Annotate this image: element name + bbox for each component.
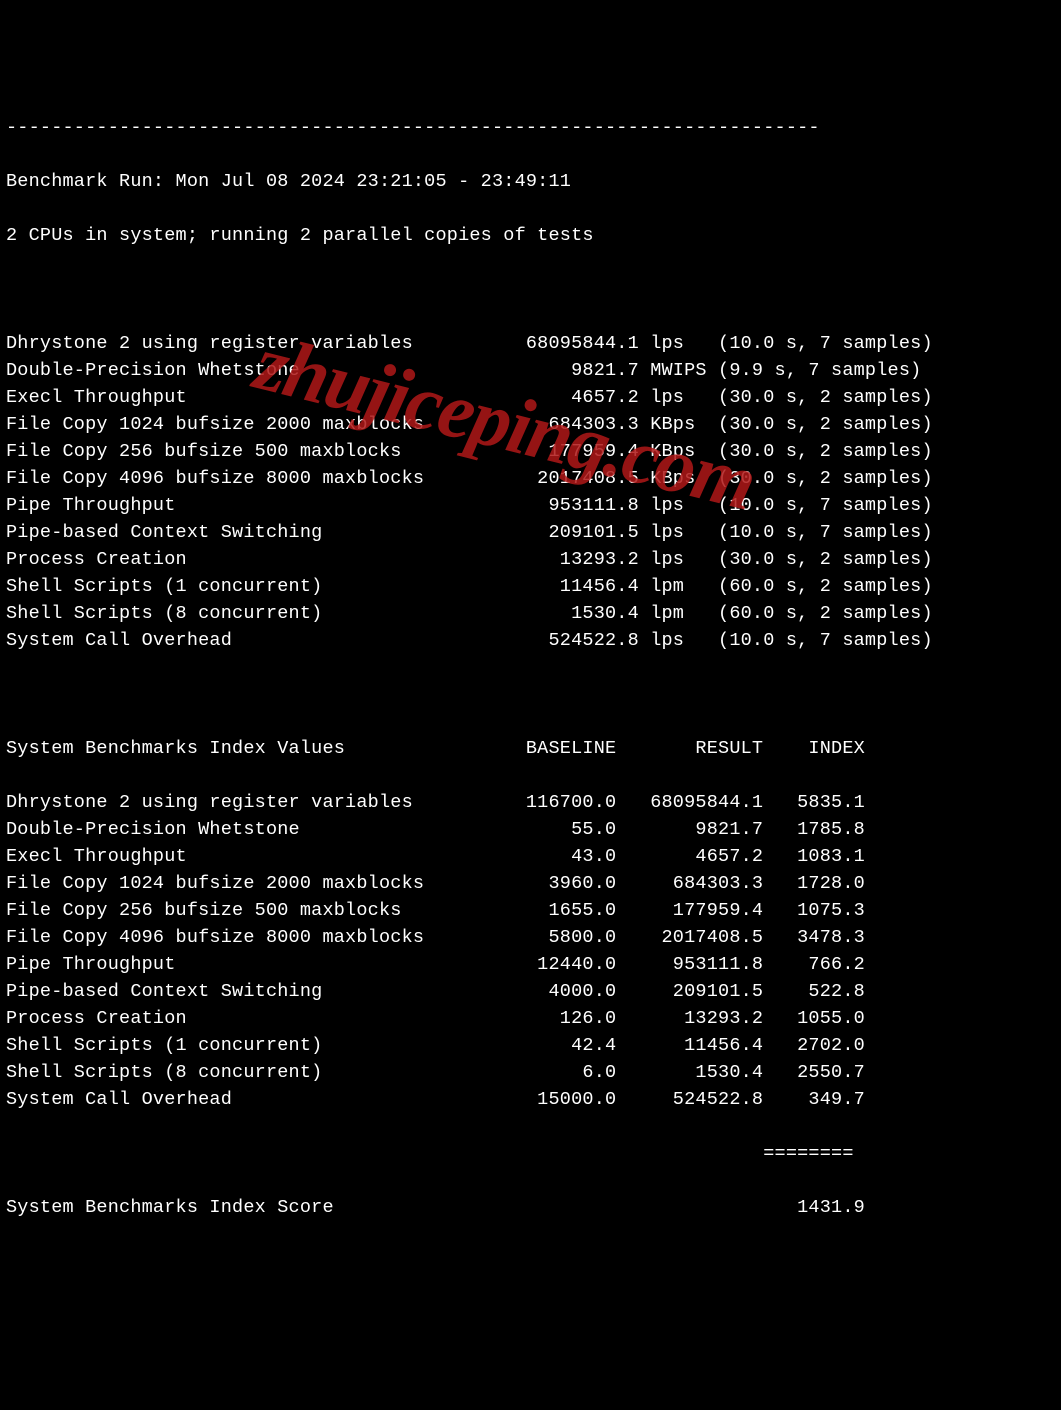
result-row: File Copy 256 bufsize 500 maxblocks 1779… <box>6 438 1061 465</box>
result-row: Pipe Throughput 953111.8 lps (10.0 s, 7 … <box>6 492 1061 519</box>
index-row: File Copy 1024 bufsize 2000 maxblocks 39… <box>6 870 1061 897</box>
result-row: File Copy 1024 bufsize 2000 maxblocks 68… <box>6 411 1061 438</box>
result-row: Pipe-based Context Switching 209101.5 lp… <box>6 519 1061 546</box>
result-row: System Call Overhead 524522.8 lps (10.0 … <box>6 627 1061 654</box>
index-row: System Call Overhead 15000.0 524522.8 34… <box>6 1086 1061 1113</box>
cpu-info-line: 2 CPUs in system; running 2 parallel cop… <box>6 222 1061 249</box>
result-row: Dhrystone 2 using register variables 680… <box>6 330 1061 357</box>
index-row: Shell Scripts (8 concurrent) 6.0 1530.4 … <box>6 1059 1061 1086</box>
score-line: System Benchmarks Index Score 1431.9 <box>6 1194 1061 1221</box>
result-row: Double-Precision Whetstone 9821.7 MWIPS … <box>6 357 1061 384</box>
blank-line <box>6 276 1061 303</box>
index-header-line: System Benchmarks Index Values BASELINE … <box>6 735 1061 762</box>
index-row: Execl Throughput 43.0 4657.2 1083.1 <box>6 843 1061 870</box>
result-row: File Copy 4096 bufsize 8000 maxblocks 20… <box>6 465 1061 492</box>
index-block: Dhrystone 2 using register variables 116… <box>6 789 1061 1113</box>
separator-line: ----------------------------------------… <box>6 114 1061 141</box>
result-row: Shell Scripts (8 concurrent) 1530.4 lpm … <box>6 600 1061 627</box>
result-row: Shell Scripts (1 concurrent) 11456.4 lpm… <box>6 573 1061 600</box>
index-row: Pipe Throughput 12440.0 953111.8 766.2 <box>6 951 1061 978</box>
result-row: Process Creation 13293.2 lps (30.0 s, 2 … <box>6 546 1061 573</box>
index-row: Pipe-based Context Switching 4000.0 2091… <box>6 978 1061 1005</box>
index-row: File Copy 4096 bufsize 8000 maxblocks 58… <box>6 924 1061 951</box>
index-row: Shell Scripts (1 concurrent) 42.4 11456.… <box>6 1032 1061 1059</box>
benchmark-run-line: Benchmark Run: Mon Jul 08 2024 23:21:05 … <box>6 168 1061 195</box>
index-row: Double-Precision Whetstone 55.0 9821.7 1… <box>6 816 1061 843</box>
index-row: Dhrystone 2 using register variables 116… <box>6 789 1061 816</box>
index-row: File Copy 256 bufsize 500 maxblocks 1655… <box>6 897 1061 924</box>
blank-line <box>6 681 1061 708</box>
score-separator: ======== <box>6 1140 1061 1167</box>
index-row: Process Creation 126.0 13293.2 1055.0 <box>6 1005 1061 1032</box>
result-row: Execl Throughput 4657.2 lps (30.0 s, 2 s… <box>6 384 1061 411</box>
results-block: Dhrystone 2 using register variables 680… <box>6 330 1061 654</box>
